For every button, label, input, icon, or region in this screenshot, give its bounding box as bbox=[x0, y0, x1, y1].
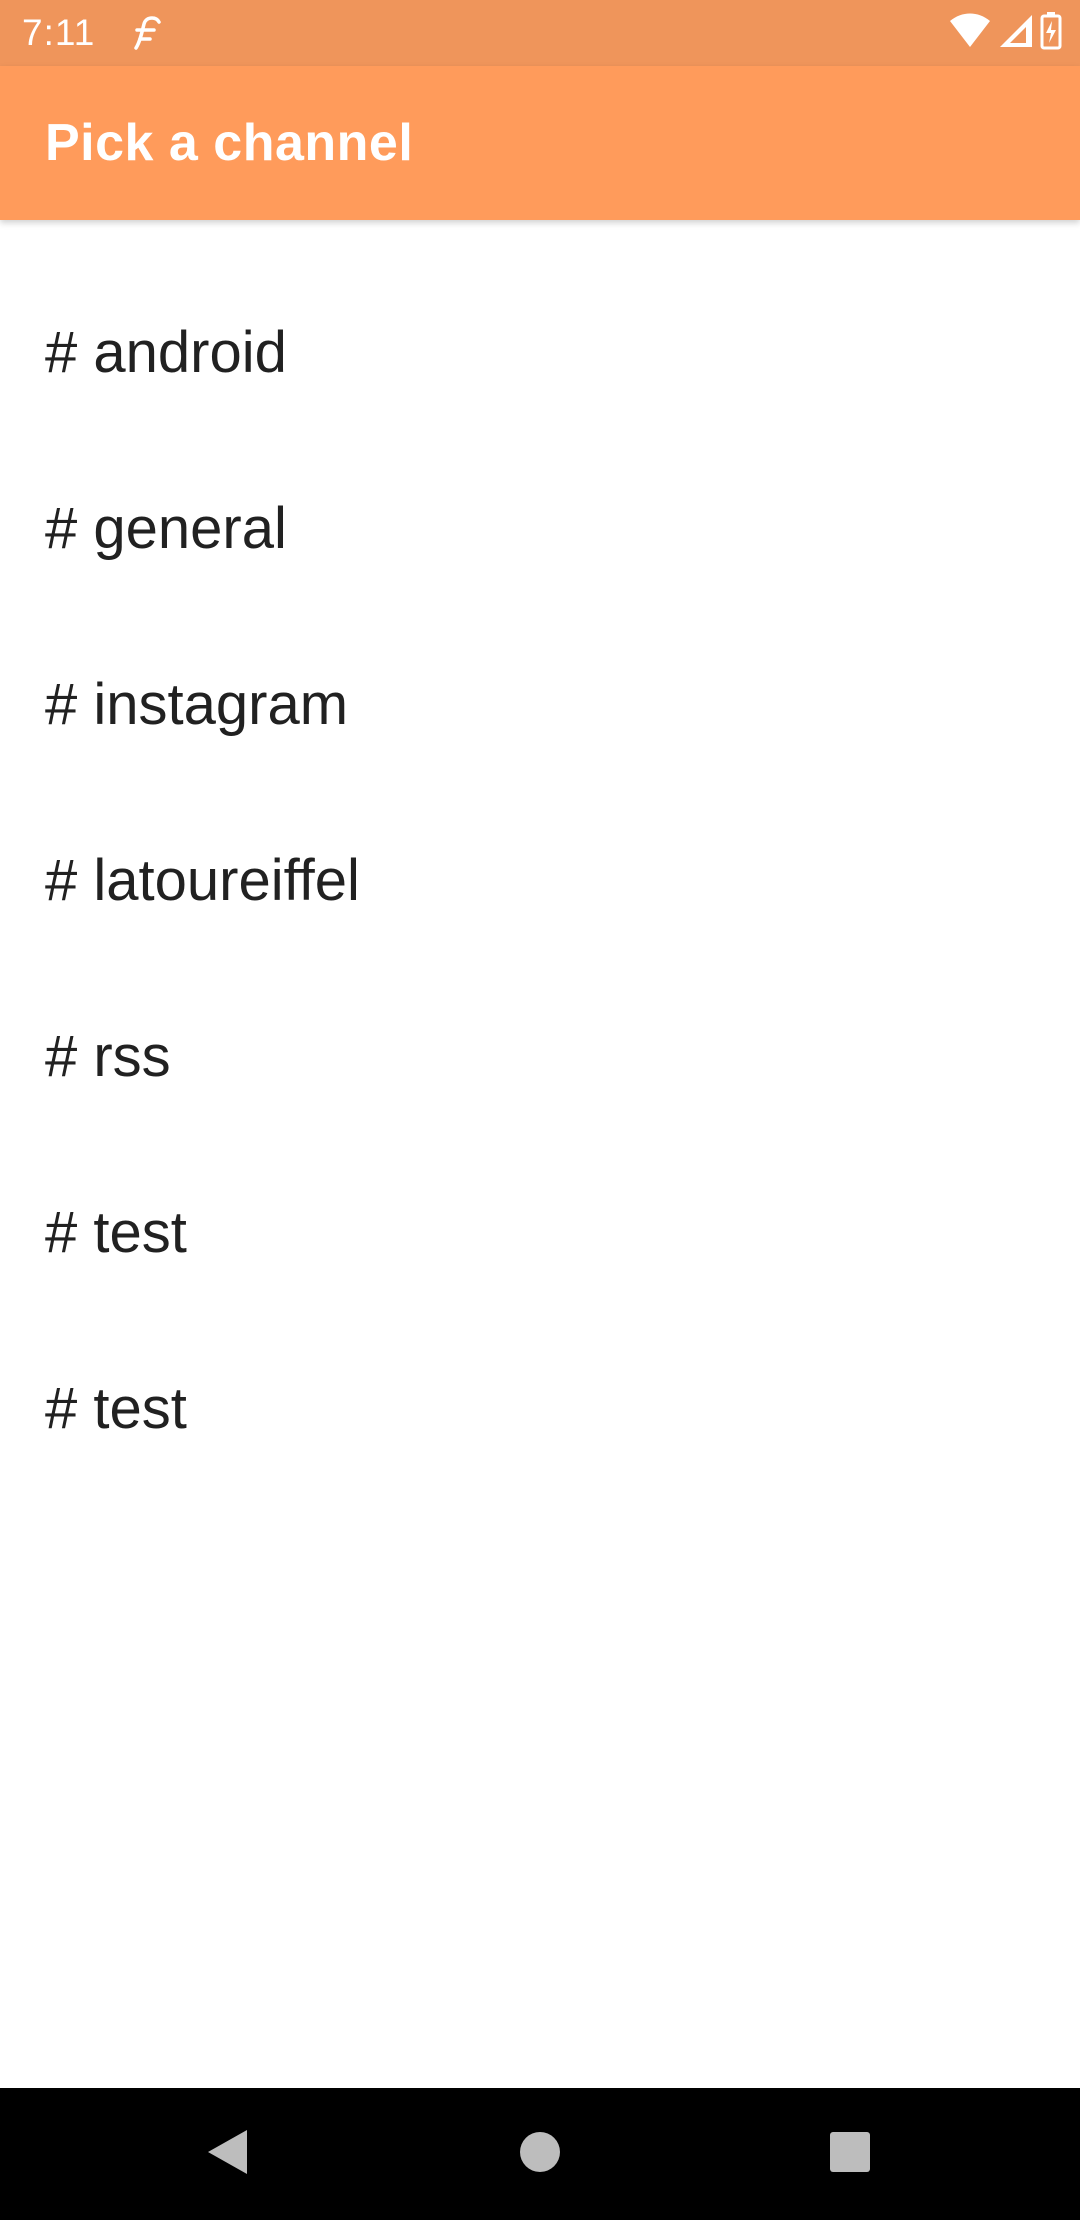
channel-item-instagram[interactable]: # instagram bbox=[0, 617, 1080, 793]
status-bar: 7:11 bbox=[0, 0, 1080, 66]
page-title: Pick a channel bbox=[45, 114, 414, 172]
status-icons bbox=[948, 11, 1062, 55]
channel-label: # rss bbox=[45, 1024, 171, 1089]
channel-item-general[interactable]: # general bbox=[0, 441, 1080, 617]
app-bar: Pick a channel bbox=[0, 66, 1080, 220]
navigation-bar bbox=[0, 2088, 1080, 2220]
channel-label: # test bbox=[45, 1376, 187, 1441]
back-button[interactable] bbox=[147, 2088, 307, 2220]
feedly-f-icon bbox=[128, 14, 166, 52]
channel-item-rss[interactable]: # rss bbox=[0, 969, 1080, 1145]
battery-charging-icon bbox=[1040, 11, 1062, 55]
home-button[interactable] bbox=[460, 2088, 620, 2220]
recents-button[interactable] bbox=[770, 2088, 930, 2220]
channel-label: # general bbox=[45, 496, 287, 561]
recents-icon bbox=[829, 2131, 871, 2178]
channel-item-android[interactable]: # android bbox=[0, 265, 1080, 441]
channel-item-latoureiffel[interactable]: # latoureiffel bbox=[0, 793, 1080, 969]
wifi-icon bbox=[948, 13, 992, 54]
channel-label: # test bbox=[45, 1200, 187, 1265]
home-icon bbox=[518, 2130, 562, 2179]
channel-item-test-2[interactable]: # test bbox=[0, 1321, 1080, 1497]
signal-icon bbox=[998, 13, 1034, 54]
channel-label: # latoureiffel bbox=[45, 848, 360, 913]
back-icon bbox=[205, 2128, 249, 2181]
channel-label: # android bbox=[45, 320, 287, 385]
channel-list: # android # general # instagram # latour… bbox=[0, 265, 1080, 1497]
status-time: 7:11 bbox=[22, 12, 96, 53]
channel-label: # instagram bbox=[45, 672, 349, 737]
channel-item-test[interactable]: # test bbox=[0, 1145, 1080, 1321]
